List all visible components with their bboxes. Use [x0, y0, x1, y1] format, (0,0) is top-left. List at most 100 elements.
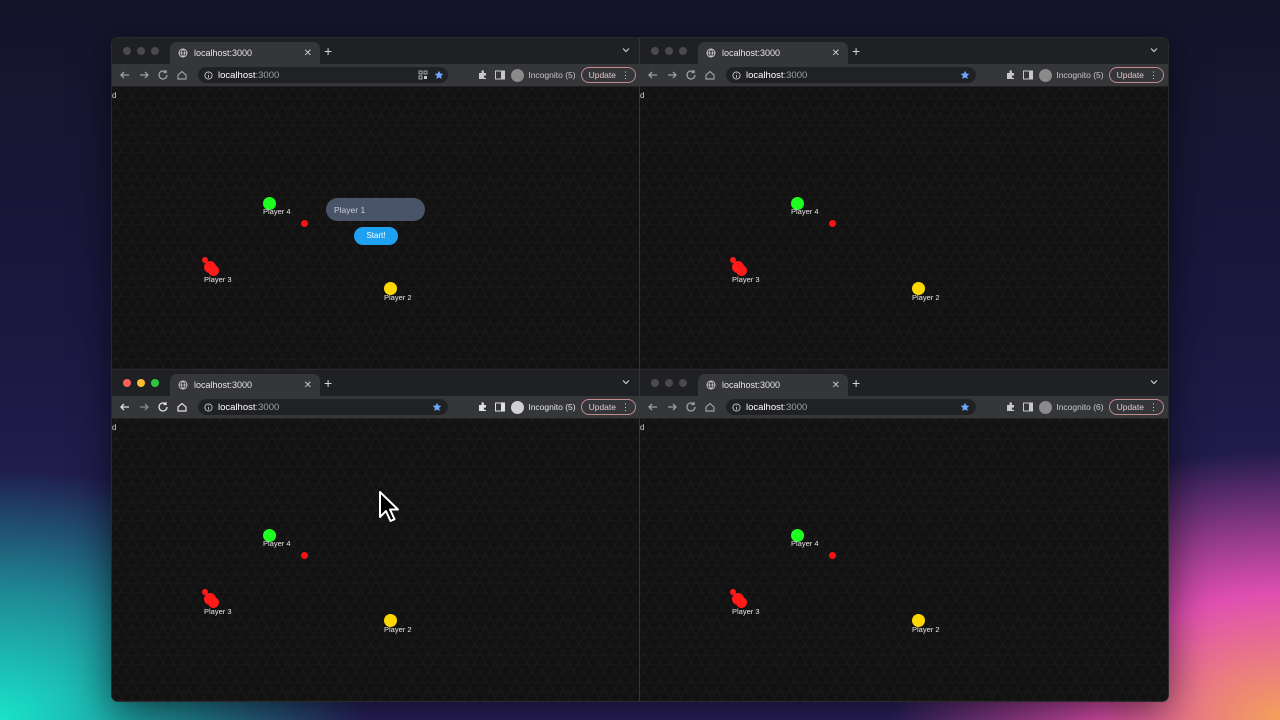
- reload-icon[interactable]: [156, 400, 170, 414]
- back-icon[interactable]: [646, 68, 660, 82]
- close-window-button[interactable]: [651, 47, 659, 55]
- home-icon[interactable]: [175, 68, 189, 82]
- forward-icon[interactable]: [665, 400, 679, 414]
- home-icon[interactable]: [703, 68, 717, 82]
- forward-icon[interactable]: [665, 68, 679, 82]
- address-bar[interactable]: localhost:3000: [726, 67, 976, 83]
- maximize-window-button[interactable]: [151, 47, 159, 55]
- toolbar: localhost:3000 Incognito (5) Update ⋮: [640, 64, 1168, 87]
- minimize-window-button[interactable]: [665, 47, 673, 55]
- new-tab-button[interactable]: +: [324, 43, 332, 59]
- incognito-avatar-icon: [1039, 68, 1053, 82]
- new-tab-button[interactable]: +: [324, 375, 332, 391]
- back-icon[interactable]: [118, 68, 132, 82]
- tab-search-chevron-icon[interactable]: [621, 377, 631, 387]
- star-icon[interactable]: [960, 70, 970, 80]
- close-window-button[interactable]: [123, 379, 131, 387]
- minimize-window-button[interactable]: [137, 47, 145, 55]
- url-port: :3000: [255, 401, 280, 413]
- reload-icon[interactable]: [684, 68, 698, 82]
- tab-search-chevron-icon[interactable]: [1149, 377, 1159, 387]
- player-4-label: Player 4: [263, 207, 291, 216]
- toolbar: localhost:3000 Incognito (5) Update ⋮: [112, 64, 640, 87]
- player-3-label: Player 3: [204, 275, 232, 284]
- incognito-indicator[interactable]: Incognito (6): [1039, 400, 1104, 414]
- home-icon[interactable]: [703, 400, 717, 414]
- close-window-button[interactable]: [651, 379, 659, 387]
- info-icon[interactable]: [732, 70, 741, 80]
- star-icon[interactable]: [434, 70, 444, 80]
- tab-close-icon[interactable]: ✕: [832, 380, 840, 391]
- incognito-indicator[interactable]: Incognito (5): [511, 68, 576, 82]
- maximize-window-button[interactable]: [151, 379, 159, 387]
- update-label: Update: [588, 402, 616, 412]
- extensions-icon[interactable]: [1005, 401, 1017, 413]
- tab-localhost[interactable]: localhost:3000 ✕: [698, 374, 848, 396]
- back-icon[interactable]: [118, 400, 132, 414]
- update-button[interactable]: Update ⋮: [580, 67, 636, 83]
- sidepanel-icon[interactable]: [1022, 401, 1034, 413]
- tab-bar: localhost:3000 ✕ +: [112, 370, 640, 396]
- tab-localhost[interactable]: localhost:3000 ✕: [698, 42, 848, 64]
- incognito-label: Incognito (6): [1056, 402, 1104, 412]
- maximize-window-button[interactable]: [679, 379, 687, 387]
- address-bar[interactable]: localhost:3000: [198, 67, 448, 83]
- window-controls: [123, 379, 159, 387]
- maximize-window-button[interactable]: [679, 47, 687, 55]
- incognito-indicator[interactable]: Incognito (5): [511, 400, 576, 414]
- extensions-icon[interactable]: [477, 401, 489, 413]
- tab-close-icon[interactable]: ✕: [304, 380, 312, 391]
- info-icon[interactable]: [204, 402, 213, 412]
- address-bar[interactable]: localhost:3000: [726, 399, 976, 415]
- menu-dots-icon: ⋮: [1149, 69, 1158, 80]
- desktop-window: localhost:3000 ✕ + localhost:3000 Incogn…: [112, 38, 1168, 701]
- tab-search-chevron-icon[interactable]: [1149, 45, 1159, 55]
- extensions-icon[interactable]: [1005, 69, 1017, 81]
- update-button[interactable]: Update ⋮: [580, 399, 636, 415]
- tab-localhost[interactable]: localhost:3000 ✕: [170, 374, 320, 396]
- star-icon[interactable]: [960, 402, 970, 412]
- info-icon[interactable]: [204, 70, 213, 80]
- info-icon[interactable]: [732, 402, 741, 412]
- player-4-label: Player 4: [791, 539, 819, 548]
- player-4-label: Player 4: [791, 207, 819, 216]
- globe-icon: [178, 380, 188, 390]
- debug-text: d: [640, 91, 645, 100]
- sidepanel-icon[interactable]: [494, 401, 506, 413]
- new-tab-button[interactable]: +: [852, 375, 860, 391]
- sidepanel-icon[interactable]: [1022, 69, 1034, 81]
- qr-icon[interactable]: [418, 70, 428, 80]
- update-button[interactable]: Update ⋮: [1108, 399, 1164, 415]
- debug-text: d: [640, 423, 645, 432]
- forward-icon[interactable]: [137, 68, 151, 82]
- new-tab-button[interactable]: +: [852, 43, 860, 59]
- game-canvas[interactable]: d Player 4 Player 3 Player 2: [640, 87, 1168, 369]
- game-canvas[interactable]: d Player 4 Player 3 Player 2 Start!: [112, 87, 640, 369]
- minimize-window-button[interactable]: [137, 379, 145, 387]
- player-name-input[interactable]: [326, 198, 425, 221]
- back-icon[interactable]: [646, 400, 660, 414]
- sidepanel-icon[interactable]: [494, 69, 506, 81]
- extensions-icon[interactable]: [477, 69, 489, 81]
- close-window-button[interactable]: [123, 47, 131, 55]
- reload-icon[interactable]: [684, 400, 698, 414]
- tab-localhost[interactable]: localhost:3000 ✕: [170, 42, 320, 64]
- url-host: localhost: [746, 401, 784, 413]
- menu-dots-icon: ⋮: [621, 401, 630, 412]
- tab-close-icon[interactable]: ✕: [832, 48, 840, 59]
- game-canvas[interactable]: d Player 4 Player 3 Player 2: [640, 419, 1168, 701]
- incognito-indicator[interactable]: Incognito (5): [1039, 68, 1104, 82]
- tab-search-chevron-icon[interactable]: [621, 45, 631, 55]
- start-button[interactable]: Start!: [354, 227, 398, 245]
- toolbar-right: Incognito (6) Update ⋮: [1005, 399, 1164, 415]
- tab-close-icon[interactable]: ✕: [304, 48, 312, 59]
- address-bar[interactable]: localhost:3000: [198, 399, 448, 415]
- minimize-window-button[interactable]: [665, 379, 673, 387]
- reload-icon[interactable]: [156, 68, 170, 82]
- home-icon[interactable]: [175, 400, 189, 414]
- game-canvas[interactable]: d Player 4 Player 3 Player 2: [112, 419, 640, 701]
- update-button[interactable]: Update ⋮: [1108, 67, 1164, 83]
- forward-icon[interactable]: [137, 400, 151, 414]
- star-icon[interactable]: [432, 402, 442, 412]
- toolbar-right: Incognito (5) Update ⋮: [1005, 67, 1164, 83]
